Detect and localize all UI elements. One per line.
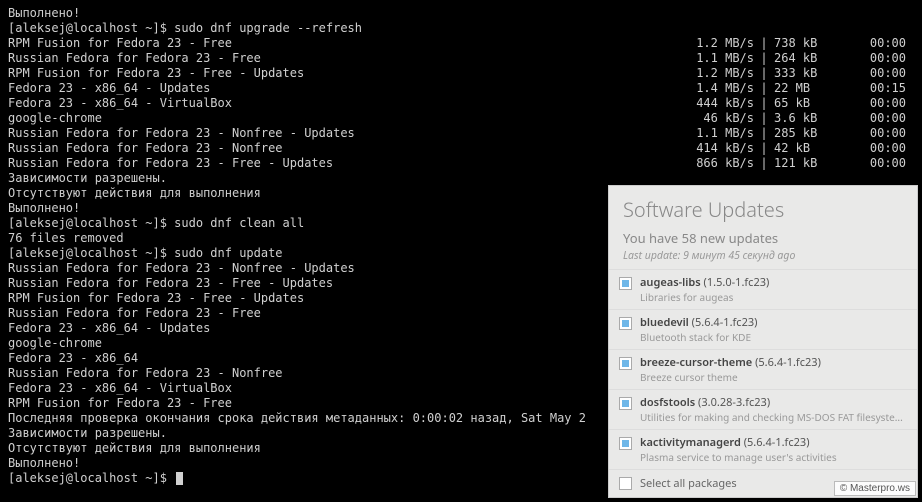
update-checkbox[interactable] xyxy=(619,397,632,410)
update-checkbox[interactable] xyxy=(619,277,632,290)
update-checkbox[interactable] xyxy=(619,357,632,370)
update-name: breeze-cursor-theme (5.6.4-1.fc23) xyxy=(640,355,907,370)
update-name: bluedevil (5.6.4-1.fc23) xyxy=(640,315,907,330)
select-all-checkbox[interactable] xyxy=(619,477,632,490)
popup-subtitle: You have 58 new updates xyxy=(623,229,903,247)
update-item[interactable]: dosfstools (3.0.28-3.fc23)Utilities for … xyxy=(609,389,917,429)
watermark: © Masterpro.ws xyxy=(834,481,916,496)
update-name: dosfstools (3.0.28-3.fc23) xyxy=(640,395,907,410)
repo-row: google-chrome46 kB/s|3.6 kB00:00 xyxy=(8,111,914,126)
repo-row: Fedora 23 - x86_64 - VirtualBox444 kB/s|… xyxy=(8,96,914,111)
update-desc: Utilities for making and checking MS-DOS… xyxy=(640,410,907,424)
cursor xyxy=(176,472,183,485)
software-updates-popup: Software Updates You have 58 new updates… xyxy=(608,185,918,498)
update-checkbox[interactable] xyxy=(619,437,632,450)
update-desc: Bluetooth stack for KDE xyxy=(640,330,907,344)
update-name: augeas-libs (1.5.0-1.fc23) xyxy=(640,275,907,290)
select-all-label: Select all packages xyxy=(640,476,737,491)
popup-title: Software Updates xyxy=(623,196,903,223)
update-checkbox[interactable] xyxy=(619,317,632,330)
repo-row: Russian Fedora for Fedora 23 - Nonfree41… xyxy=(8,141,914,156)
update-list: augeas-libs (1.5.0-1.fc23)Libraries for … xyxy=(609,269,917,469)
update-item[interactable]: breeze-cursor-theme (5.6.4-1.fc23)Breeze… xyxy=(609,349,917,389)
repo-row: Russian Fedora for Fedora 23 - Nonfree -… xyxy=(8,126,914,141)
update-name: kactivitymanagerd (5.6.4-1.fc23) xyxy=(640,435,907,450)
repo-row: RPM Fusion for Fedora 23 - Free1.2 MB/s|… xyxy=(8,36,914,51)
popup-last-update: Last update: 9 минут 45 секунд ago xyxy=(623,249,903,263)
repo-row: Fedora 23 - x86_64 - Updates1.4 MB/s|22 … xyxy=(8,81,914,96)
repo-row: Russian Fedora for Fedora 23 - Free1.1 M… xyxy=(8,51,914,66)
repo-row: RPM Fusion for Fedora 23 - Free - Update… xyxy=(8,66,914,81)
update-item[interactable]: kactivitymanagerd (5.6.4-1.fc23)Plasma s… xyxy=(609,429,917,469)
repo-row: Russian Fedora for Fedora 23 - Free - Up… xyxy=(8,156,914,171)
update-desc: Libraries for augeas xyxy=(640,290,907,304)
update-desc: Breeze cursor theme xyxy=(640,370,907,384)
update-desc: Plasma service to manage user's activiti… xyxy=(640,450,907,464)
update-item[interactable]: bluedevil (5.6.4-1.fc23)Bluetooth stack … xyxy=(609,309,917,349)
update-item[interactable]: augeas-libs (1.5.0-1.fc23)Libraries for … xyxy=(609,269,917,309)
